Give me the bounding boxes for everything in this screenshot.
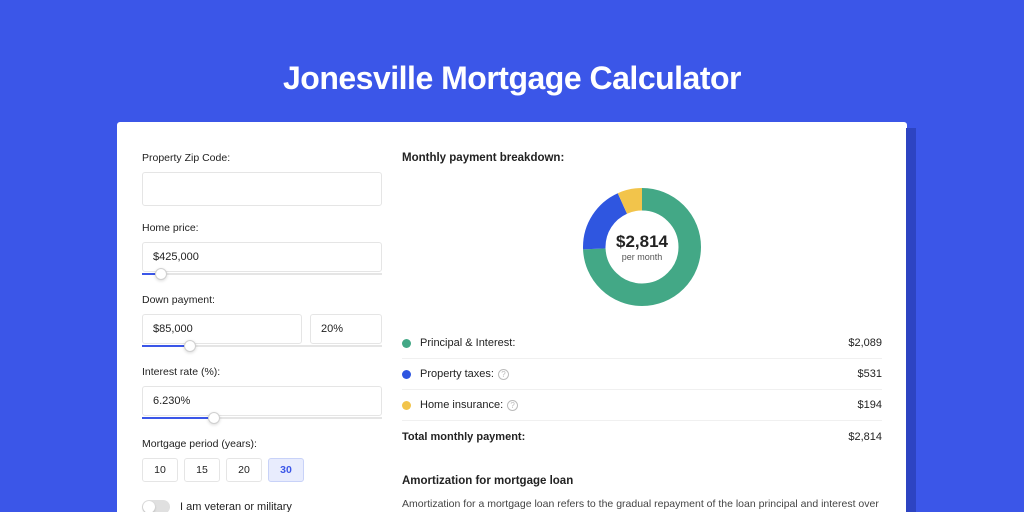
zip-group: Property Zip Code: <box>142 152 382 206</box>
legend-dot <box>402 370 411 379</box>
amortization-body: Amortization for a mortgage loan refers … <box>402 497 882 512</box>
amortization-title: Amortization for mortgage loan <box>402 475 882 487</box>
down-payment-group: Down payment: <box>142 294 382 350</box>
breakdown-column: Monthly payment breakdown: $2,814 per mo… <box>402 152 882 512</box>
total-label: Total monthly payment: <box>402 431 848 443</box>
period-option-20[interactable]: 20 <box>226 458 262 482</box>
donut-chart: $2,814 per month <box>402 176 882 328</box>
down-payment-label: Down payment: <box>142 294 382 306</box>
home-price-label: Home price: <box>142 222 382 234</box>
zip-label: Property Zip Code: <box>142 152 382 164</box>
decorative-shadow <box>906 128 916 512</box>
amortization-section: Amortization for mortgage loan Amortizat… <box>402 475 882 512</box>
interest-rate-group: Interest rate (%): <box>142 366 382 422</box>
period-group: Mortgage period (years): 10152030 <box>142 438 382 482</box>
breakdown-label: Principal & Interest: <box>420 337 848 349</box>
interest-rate-label: Interest rate (%): <box>142 366 382 378</box>
breakdown-row: Property taxes:?$531 <box>402 358 882 389</box>
breakdown-row: Home insurance:?$194 <box>402 389 882 420</box>
donut-center-sub: per month <box>622 252 663 262</box>
veteran-toggle[interactable] <box>142 500 170 512</box>
slider-thumb[interactable] <box>208 412 220 424</box>
breakdown-value: $531 <box>858 368 882 380</box>
veteran-row: I am veteran or military <box>142 500 382 512</box>
down-payment-amount-input[interactable] <box>142 314 302 344</box>
total-value: $2,814 <box>848 431 882 443</box>
veteran-label: I am veteran or military <box>180 501 292 512</box>
period-options: 10152030 <box>142 458 382 482</box>
slider-thumb[interactable] <box>155 268 167 280</box>
breakdown-label: Home insurance:? <box>420 399 858 411</box>
period-option-15[interactable]: 15 <box>184 458 220 482</box>
breakdown-label: Property taxes:? <box>420 368 858 380</box>
home-price-slider[interactable] <box>142 270 382 278</box>
zip-input[interactable] <box>142 172 382 206</box>
interest-rate-input[interactable] <box>142 386 382 416</box>
breakdown-title: Monthly payment breakdown: <box>402 152 882 164</box>
donut-center-value: $2,814 <box>616 232 668 252</box>
info-icon[interactable]: ? <box>498 369 509 380</box>
down-payment-slider[interactable] <box>142 342 382 350</box>
period-label: Mortgage period (years): <box>142 438 382 450</box>
calculator-card: Property Zip Code: Home price: Down paym… <box>117 122 907 512</box>
down-payment-pct-input[interactable] <box>310 314 382 344</box>
legend-dot <box>402 339 411 348</box>
breakdown-row: Principal & Interest:$2,089 <box>402 328 882 358</box>
home-price-group: Home price: <box>142 222 382 278</box>
breakdown-value: $2,089 <box>848 337 882 349</box>
slider-thumb[interactable] <box>184 340 196 352</box>
breakdown-value: $194 <box>858 399 882 411</box>
period-option-10[interactable]: 10 <box>142 458 178 482</box>
form-column: Property Zip Code: Home price: Down paym… <box>142 152 382 512</box>
period-option-30[interactable]: 30 <box>268 458 304 482</box>
info-icon[interactable]: ? <box>507 400 518 411</box>
interest-rate-slider[interactable] <box>142 414 382 422</box>
breakdown-list: Principal & Interest:$2,089Property taxe… <box>402 328 882 420</box>
legend-dot <box>402 401 411 410</box>
home-price-input[interactable] <box>142 242 382 272</box>
page-title: Jonesville Mortgage Calculator <box>0 0 1024 122</box>
